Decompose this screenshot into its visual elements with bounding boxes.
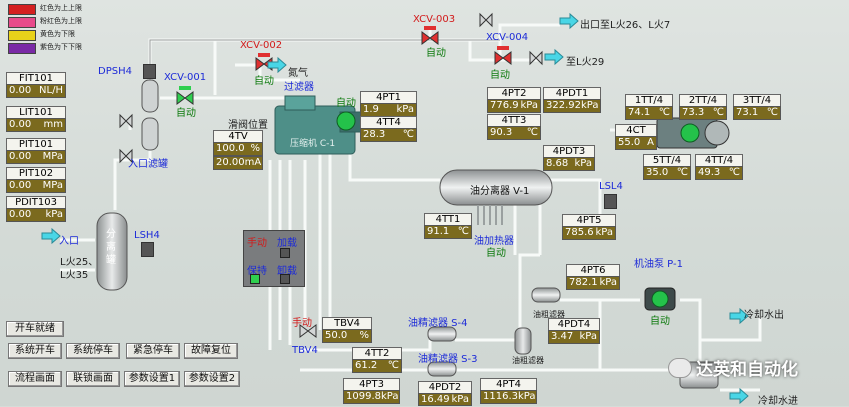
dpsh4-indicator bbox=[143, 64, 156, 79]
inlet-label: 入口 bbox=[59, 236, 79, 247]
system-start-button[interactable]: 系统开车 bbox=[8, 343, 62, 359]
4pdt4-value: 3.47 kPa bbox=[548, 330, 600, 344]
lsh4-label: LSH4 bbox=[134, 230, 160, 241]
pdit103-value: 0.00 kPa bbox=[6, 208, 66, 222]
4pt5-value: 785.6 kPa bbox=[562, 226, 616, 240]
xcv003-mode: 自动 bbox=[426, 48, 446, 59]
oil-heater-mode: 自动 bbox=[486, 248, 506, 259]
legend-hi: 粉红色为上限 bbox=[40, 17, 82, 25]
legend-lo: 黄色为下限 bbox=[40, 30, 75, 38]
oil-pump-mode: 自动 bbox=[650, 316, 670, 327]
legend-swatch-lolo bbox=[8, 43, 36, 54]
coarse-filter-a-label: 油粗滤器 bbox=[512, 356, 544, 365]
inlet-source-label: L火25、 L火35 bbox=[60, 257, 99, 281]
param-settings-1-button[interactable]: 参数设置1 bbox=[124, 371, 180, 387]
fit101-value: 0.00 NL/H bbox=[6, 84, 66, 98]
load-button[interactable]: 加载 bbox=[277, 234, 297, 249]
4tt1-value: 91.1 ℃ bbox=[424, 225, 472, 239]
outlet2-label: 至L火29 bbox=[566, 57, 605, 68]
xcv002-mode: 自动 bbox=[254, 76, 274, 87]
oil-separator-label: 油分离器 V-1 bbox=[470, 186, 530, 197]
legend-swatch-hi bbox=[8, 17, 36, 28]
flow-screen-button[interactable]: 流程画面 bbox=[8, 371, 62, 387]
filter-label: 过滤器 bbox=[284, 82, 314, 93]
wechat-icon bbox=[668, 358, 692, 378]
legend-swatch-hihi bbox=[8, 4, 36, 15]
inlet-filter-lower bbox=[141, 117, 159, 151]
load-indicator bbox=[280, 248, 290, 258]
emergency-stop-button[interactable]: 紧急停车 bbox=[126, 343, 180, 359]
nitrogen-label: 氮气 bbox=[288, 68, 308, 79]
compressor-label: 压缩机 C-1 bbox=[290, 139, 336, 149]
pit101-value: 0.00 MPa bbox=[6, 150, 66, 164]
4pdt3-value: 8.68 kPa bbox=[543, 157, 595, 171]
manual-mode-label[interactable]: 手动 bbox=[247, 234, 267, 249]
lsh4-indicator bbox=[141, 242, 154, 257]
4tt4m-value: 49.3 ℃ bbox=[695, 166, 743, 180]
4pdt1-value: 322.92 kPa bbox=[543, 99, 601, 113]
system-stop-button[interactable]: 系统停车 bbox=[66, 343, 120, 359]
xcv004-mode: 自动 bbox=[490, 70, 510, 81]
dpsh4-label: DPSH4 bbox=[98, 66, 132, 77]
interlock-screen-button[interactable]: 联锁画面 bbox=[66, 371, 120, 387]
3tt4-value: 73.1 ℃ bbox=[733, 106, 781, 120]
separator-label: 分 离 罐 bbox=[106, 229, 116, 266]
tbv4-value: 50.0% bbox=[322, 329, 372, 343]
xcv001-mode: 自动 bbox=[176, 108, 196, 119]
xcv002-label: XCV-002 bbox=[240, 40, 283, 51]
5tt4-value: 35.0 ℃ bbox=[643, 166, 691, 180]
oil-pump-label: 机油泵 P-1 bbox=[634, 259, 683, 270]
ready-button[interactable]: 开车就绪 bbox=[6, 321, 64, 337]
2tt4-value: 73.3 ℃ bbox=[679, 106, 727, 120]
legend-hihi: 红色为上上限 bbox=[40, 4, 82, 12]
cooling-out-label: 冷却水出 bbox=[744, 310, 784, 321]
4pt3-value: 1099.8 kPa bbox=[343, 390, 400, 404]
tbv4-mode: 手动 bbox=[292, 318, 312, 329]
inlet-filter-label: 入口滤罐 bbox=[128, 159, 168, 170]
xcv001-label: XCV-001 bbox=[164, 72, 207, 83]
xcv003-label: XCV-003 bbox=[413, 14, 456, 25]
param-settings-2-button[interactable]: 参数设置2 bbox=[184, 371, 240, 387]
legend-swatch-lo bbox=[8, 30, 36, 41]
4tv-value-pct: 100.0% bbox=[213, 142, 263, 156]
4pt1-value: 1.9 kPa bbox=[360, 103, 417, 117]
slide-position-label: 滑阀位置 bbox=[228, 120, 268, 131]
fault-reset-button[interactable]: 故障复位 bbox=[184, 343, 238, 359]
4pt2-value: 776.9 kPa bbox=[487, 99, 541, 113]
lsl4-label: LSL4 bbox=[599, 181, 623, 192]
lsl4-indicator bbox=[604, 194, 617, 209]
4tt2-value: 61.2 ℃ bbox=[352, 359, 402, 373]
hmi-screen: 红色为上上限 粉红色为上限 黄色为下限 紫色为下下限 FIT101 0.00 NL… bbox=[0, 0, 849, 407]
4tt4-value: 28.3 ℃ bbox=[360, 128, 417, 142]
outlet1-label: 出口至L火26、L火7 bbox=[580, 20, 671, 31]
fine-filter-s4-label: 油精滤器 S-4 bbox=[408, 318, 468, 329]
watermark: 达英和自动化 bbox=[696, 360, 798, 380]
4ct-value: 55.0 A bbox=[615, 136, 657, 150]
1tt4-value: 74.1 ℃ bbox=[625, 106, 673, 120]
legend-lolo: 紫色为下下限 bbox=[40, 43, 82, 51]
lit101-value: 0.00 mm bbox=[6, 118, 66, 132]
unload-indicator bbox=[280, 274, 290, 284]
pit102-value: 0.00 MPa bbox=[6, 179, 66, 193]
cooling-in-label: 冷却水进 bbox=[758, 396, 798, 407]
4tv-value-ma: 20.00 mA bbox=[213, 156, 263, 170]
4pt4-value: 1116.3 kPa bbox=[480, 390, 537, 404]
4tt3-value: 90.3 ℃ bbox=[487, 126, 541, 140]
hold-indicator bbox=[250, 274, 260, 284]
4pdt2-value: 16.49 kPa bbox=[418, 393, 472, 406]
tbv4-valve-label: TBV4 bbox=[292, 345, 318, 356]
inlet-filter-upper bbox=[141, 79, 159, 113]
xcv004-label: XCV-004 bbox=[486, 32, 529, 43]
compressor-mode: 自动 bbox=[336, 98, 356, 109]
fine-filter-s3-label: 油精滤器 S-3 bbox=[418, 354, 478, 365]
4pt6-value: 782.1 kPa bbox=[566, 276, 620, 290]
